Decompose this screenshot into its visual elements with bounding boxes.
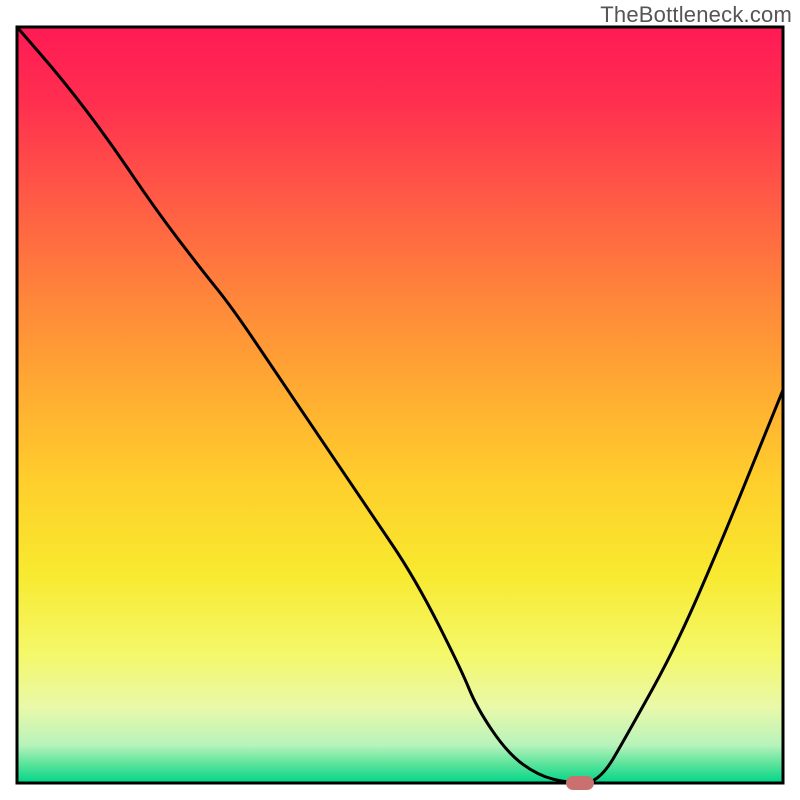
watermark-text: TheBottleneck.com: [600, 2, 792, 28]
chart-stage: TheBottleneck.com: [0, 0, 800, 800]
optimal-marker: [566, 776, 594, 790]
bottleneck-chart: [0, 0, 800, 800]
plot-background: [17, 27, 783, 783]
